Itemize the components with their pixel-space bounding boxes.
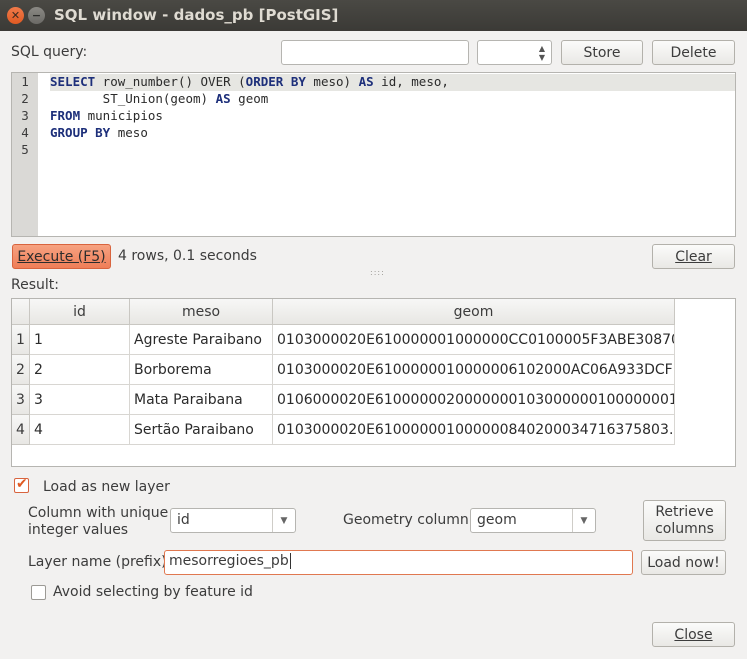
load-as-layer-checkbox[interactable]: [14, 476, 29, 493]
unique-column-select[interactable]: id ▼: [170, 508, 296, 533]
close-window-icon[interactable]: ✕: [7, 7, 24, 24]
geometry-column-label: Geometry column: [343, 512, 469, 528]
line-number: 4: [21, 125, 29, 140]
title-bar: ✕ − SQL window - dados_pb [PostGIS]: [0, 0, 747, 31]
delete-button[interactable]: Delete: [652, 40, 735, 65]
sql-editor[interactable]: 1 2 3 4 5 SELECT row_number() OVER (ORDER BY…: [11, 72, 736, 237]
store-button[interactable]: Store: [561, 40, 643, 65]
table-cell-geom[interactable]: 0106000020E61000000200000001030000001000…: [273, 385, 675, 415]
table-cell-meso[interactable]: Mata Paraibana: [130, 385, 273, 415]
line-number-gutter: 1 2 3 4 5: [12, 73, 38, 236]
table-cell-id[interactable]: 4: [30, 415, 130, 445]
execute-button-label: Execute (F5): [17, 248, 106, 265]
table-cell-geom[interactable]: 0103000020E610000001000000CC0100005F3ABE…: [273, 325, 675, 355]
sql-text: geom: [230, 91, 269, 106]
spin-arrows-icon: ▲ ▼: [538, 44, 545, 62]
sql-text: municipios: [80, 108, 163, 123]
sql-keyword: GROUP BY: [50, 125, 111, 140]
sql-query-label: SQL query:: [11, 44, 88, 60]
code-line: GROUP BY meso: [50, 125, 148, 140]
chevron-down-icon: ▼: [272, 509, 295, 532]
geometry-column-value: geom: [477, 512, 517, 528]
sql-text: meso): [305, 74, 359, 89]
sql-keyword: FROM: [50, 108, 81, 123]
sql-keyword: AS: [358, 74, 374, 89]
layer-name-input[interactable]: mesorregioes_pb: [164, 550, 633, 575]
execution-status: 4 rows, 0.1 seconds: [118, 248, 257, 264]
minimize-window-icon[interactable]: −: [28, 7, 45, 24]
load-now-button[interactable]: Load now!: [641, 550, 726, 575]
table-cell-id[interactable]: 2: [30, 355, 130, 385]
code-line: FROM municipios: [50, 108, 163, 123]
sql-keyword: AS: [215, 91, 231, 106]
saved-queries-select[interactable]: ▲ ▼: [477, 40, 552, 65]
row-header[interactable]: 1: [12, 325, 30, 355]
unique-column-label: Column with unique integer values: [28, 505, 169, 538]
table-corner: [12, 299, 30, 325]
table-cell-meso[interactable]: Agreste Paraibano: [130, 325, 273, 355]
clear-button-label: Clear: [675, 248, 712, 265]
sql-text: ST_Union(geom): [50, 91, 216, 106]
avoid-select-label: Avoid selecting by feature id: [53, 584, 253, 600]
line-number: 5: [21, 142, 29, 157]
layer-name-value: mesorregioes_pb: [169, 553, 289, 569]
code-line: ST_Union(geom) AS geom: [50, 91, 269, 106]
column-header-geom[interactable]: geom: [273, 299, 675, 325]
line-number: 1: [21, 74, 29, 89]
column-header-meso[interactable]: meso: [130, 299, 273, 325]
table-cell-id[interactable]: 1: [30, 325, 130, 355]
execute-button[interactable]: Execute (F5): [12, 244, 111, 269]
row-header[interactable]: 2: [12, 355, 30, 385]
geometry-column-select[interactable]: geom ▼: [470, 508, 596, 533]
retrieve-columns-button[interactable]: Retrieve columns: [643, 500, 726, 541]
load-as-layer-label: Load as new layer: [43, 479, 170, 495]
splitter-handle[interactable]: ::::: [370, 268, 385, 277]
table-cell-geom[interactable]: 0103000020E61000000100000084020003471637…: [273, 415, 675, 445]
close-button-label: Close: [674, 626, 713, 643]
row-header[interactable]: 4: [12, 415, 30, 445]
sql-keyword: SELECT: [50, 74, 96, 89]
sql-text: row_number() OVER (: [95, 74, 246, 89]
query-name-input[interactable]: [281, 40, 469, 65]
text-cursor: [289, 553, 291, 569]
row-header[interactable]: 3: [12, 385, 30, 415]
line-number: 3: [21, 108, 29, 123]
code-line: SELECT row_number() OVER (ORDER BY meso)…: [50, 74, 449, 89]
column-header-id[interactable]: id: [30, 299, 130, 325]
table-cell-id[interactable]: 3: [30, 385, 130, 415]
close-button[interactable]: Close: [652, 622, 735, 647]
table-cell-geom[interactable]: 0103000020E6100000010000006102000AC06A93…: [273, 355, 675, 385]
chevron-down-icon: ▼: [572, 509, 595, 532]
clear-button[interactable]: Clear: [652, 244, 735, 269]
unique-column-value: id: [177, 512, 190, 528]
result-label: Result:: [11, 277, 59, 293]
avoid-select-checkbox[interactable]: [31, 585, 46, 600]
sql-keyword: ORDER BY: [245, 74, 306, 89]
sql-text: meso: [110, 125, 148, 140]
layer-name-label: Layer name (prefix): [28, 554, 167, 570]
table-cell-meso[interactable]: Sertão Paraibano: [130, 415, 273, 445]
sql-text: id, meso,: [373, 74, 449, 89]
line-number: 2: [21, 91, 29, 106]
table-cell-meso[interactable]: Borborema: [130, 355, 273, 385]
window-title: SQL window - dados_pb [PostGIS]: [54, 6, 339, 24]
result-table[interactable]: id meso geom 1 1 Agreste Paraibano 01030000…: [11, 298, 736, 467]
